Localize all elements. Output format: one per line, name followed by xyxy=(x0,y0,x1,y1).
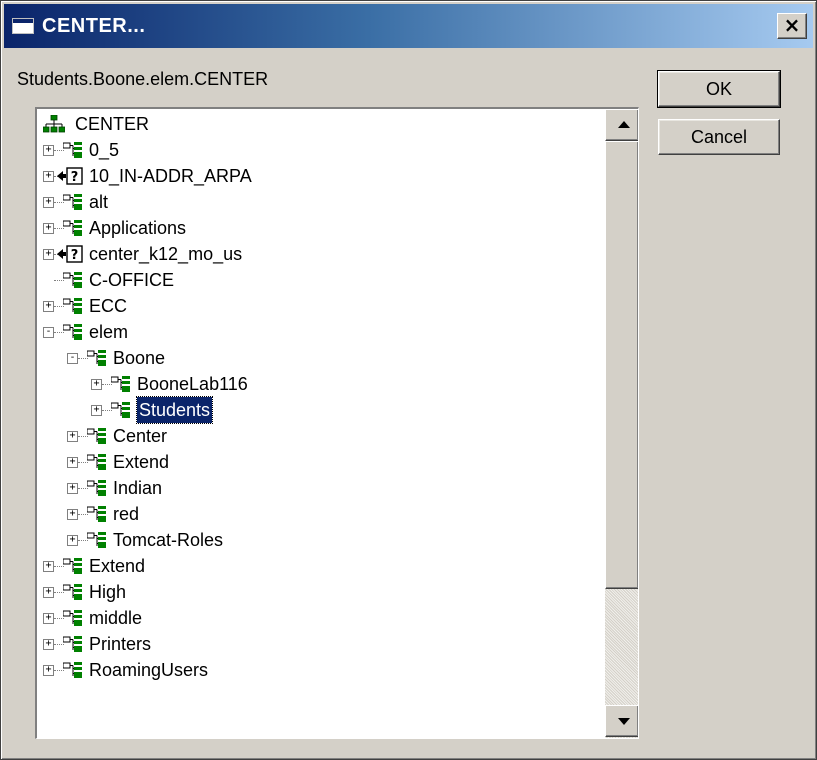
unknown-object-icon: ? xyxy=(57,245,83,263)
arrow-up-icon xyxy=(618,121,630,128)
tree-item-label: Boone xyxy=(113,348,166,368)
title-bar[interactable]: CENTER... × xyxy=(4,4,813,48)
tree-item-label: Center xyxy=(113,426,168,446)
expand-icon[interactable]: + xyxy=(43,561,54,572)
tree-item-label: red xyxy=(113,504,140,524)
expand-icon[interactable]: + xyxy=(43,639,54,650)
expand-icon[interactable]: + xyxy=(43,301,54,312)
scroll-thumb[interactable] xyxy=(605,141,638,589)
vertical-scrollbar[interactable] xyxy=(605,109,638,738)
tree-item-label: Applications xyxy=(89,218,187,238)
tree-item-label: Indian xyxy=(113,478,163,498)
tree-root-label: CENTER xyxy=(75,114,150,134)
arrow-down-icon xyxy=(618,718,630,725)
expand-icon[interactable]: + xyxy=(43,171,54,182)
ok-button[interactable]: OK xyxy=(657,70,781,108)
ou-icon xyxy=(63,194,82,210)
expand-icon[interactable]: + xyxy=(67,457,78,468)
svg-text:?: ? xyxy=(71,170,79,185)
expand-icon[interactable]: + xyxy=(67,535,78,546)
tree-item-label-selected: Students xyxy=(135,396,214,424)
tree-item-label: center_k12_mo_us xyxy=(89,244,243,264)
cancel-button[interactable]: Cancel xyxy=(658,119,780,155)
unknown-object-icon: ? xyxy=(57,167,83,185)
ou-icon xyxy=(63,324,82,340)
tree-item-label: ECC xyxy=(89,296,128,316)
ou-icon xyxy=(87,428,106,444)
tree-viewport: CENTER +0_5 +? 10_IN-ADDR_ARPA + alt + Applica… xyxy=(37,109,605,738)
scroll-down-button[interactable] xyxy=(605,705,638,737)
expand-icon[interactable]: + xyxy=(67,509,78,520)
tree-item-label: Printers xyxy=(89,634,152,654)
window-title: CENTER... xyxy=(42,15,146,37)
ou-icon xyxy=(87,454,106,470)
dialog-window: CENTER... × Students.Boone.elem.CENTER O… xyxy=(0,0,817,760)
scroll-up-button[interactable] xyxy=(605,109,638,141)
close-button[interactable]: × xyxy=(777,13,807,39)
ou-icon xyxy=(63,142,82,158)
selected-path-label: Students.Boone.elem.CENTER xyxy=(17,69,269,89)
window-icon xyxy=(12,18,34,34)
collapse-icon[interactable]: - xyxy=(43,327,54,338)
ou-icon xyxy=(87,532,106,548)
tree-item-label: alt xyxy=(89,192,109,212)
ou-icon xyxy=(87,480,106,496)
tree-item-label: 0_5 xyxy=(89,140,120,160)
tree-item-label: Tomcat-Roles xyxy=(113,530,224,550)
ou-icon xyxy=(87,506,106,522)
directory-tree[interactable]: CENTER +0_5 +? 10_IN-ADDR_ARPA + alt + Applica… xyxy=(35,107,639,739)
expand-icon[interactable]: + xyxy=(67,431,78,442)
ou-icon xyxy=(63,662,82,678)
expand-icon[interactable]: + xyxy=(43,587,54,598)
tree-item-label: BooneLab116 xyxy=(137,374,248,394)
tree-item-label: High xyxy=(89,582,127,602)
ou-icon xyxy=(63,636,82,652)
ou-icon xyxy=(63,298,82,314)
ou-icon xyxy=(111,402,130,418)
ou-icon xyxy=(87,350,106,366)
tree-item-label: elem xyxy=(89,322,129,342)
tree-item-label: RoamingUsers xyxy=(89,660,209,680)
ou-icon xyxy=(63,220,82,236)
tree-item-label: 10_IN-ADDR_ARPA xyxy=(89,166,252,186)
expand-icon[interactable]: + xyxy=(91,405,102,416)
ou-icon xyxy=(111,376,130,392)
tree-item-label: Extend xyxy=(113,452,170,472)
collapse-icon[interactable]: - xyxy=(67,353,78,364)
expand-icon[interactable]: + xyxy=(43,665,54,676)
expand-icon[interactable]: + xyxy=(43,613,54,624)
expand-icon[interactable]: + xyxy=(43,145,54,156)
ou-icon xyxy=(63,610,82,626)
ou-icon xyxy=(63,584,82,600)
tree-item-label: Extend xyxy=(89,556,146,576)
network-tree-icon xyxy=(43,115,65,133)
tree-item-label: middle xyxy=(89,608,143,628)
expand-icon[interactable]: + xyxy=(43,223,54,234)
ou-icon xyxy=(63,558,82,574)
expand-icon[interactable]: + xyxy=(43,197,54,208)
expand-icon[interactable]: + xyxy=(67,483,78,494)
expand-icon[interactable]: + xyxy=(43,249,54,260)
tree-item-label: C-OFFICE xyxy=(89,270,174,290)
expand-icon[interactable]: + xyxy=(91,379,102,390)
svg-text:?: ? xyxy=(71,248,79,263)
ou-icon xyxy=(63,272,82,288)
